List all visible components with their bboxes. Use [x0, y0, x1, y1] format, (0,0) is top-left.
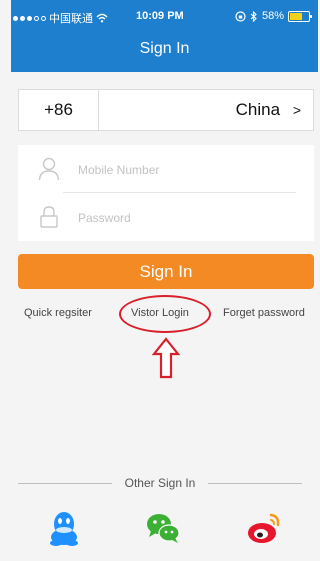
other-sign-in-divider: Other Sign In [18, 476, 302, 490]
signal-strength-icon [13, 15, 46, 21]
chevron-right-icon: > [292, 102, 301, 118]
login-form [18, 145, 314, 241]
bluetooth-icon [250, 10, 257, 22]
top-bar: 中国联通 10:09 PM 58% Sign In [11, 0, 318, 72]
battery-icon [288, 10, 312, 22]
qq-icon[interactable] [46, 510, 82, 546]
status-time: 10:09 PM [136, 10, 184, 22]
mobile-field [18, 145, 314, 193]
mobile-number-input[interactable] [76, 157, 290, 183]
lock-icon [40, 206, 58, 228]
person-icon [38, 157, 60, 181]
country-name[interactable]: China > [236, 90, 301, 130]
quick-register-link[interactable]: Quick regsiter [24, 307, 92, 319]
status-right: 58% [235, 10, 312, 22]
divider-line-right [208, 483, 302, 484]
sign-in-button[interactable]: Sign In [18, 254, 314, 289]
password-field [18, 193, 314, 241]
weibo-icon[interactable] [246, 510, 282, 546]
forget-password-link[interactable]: Forget password [223, 307, 305, 319]
page-title: Sign In [139, 40, 190, 57]
status-bar: 中国联通 10:09 PM 58% [11, 0, 318, 30]
country-selector[interactable]: +86 China > [18, 89, 314, 131]
annotation-ellipse [119, 295, 211, 333]
rotation-lock-icon [235, 10, 246, 22]
wifi-icon [96, 13, 108, 23]
password-input[interactable] [76, 205, 290, 231]
country-label: China [235, 100, 281, 119]
status-left: 中国联通 [13, 10, 108, 26]
wechat-icon[interactable] [145, 510, 181, 546]
battery-percent: 58% [261, 10, 284, 22]
carrier-label: 中国联通 [49, 13, 93, 25]
country-code[interactable]: +86 [19, 90, 99, 130]
up-arrow-icon [152, 337, 180, 379]
